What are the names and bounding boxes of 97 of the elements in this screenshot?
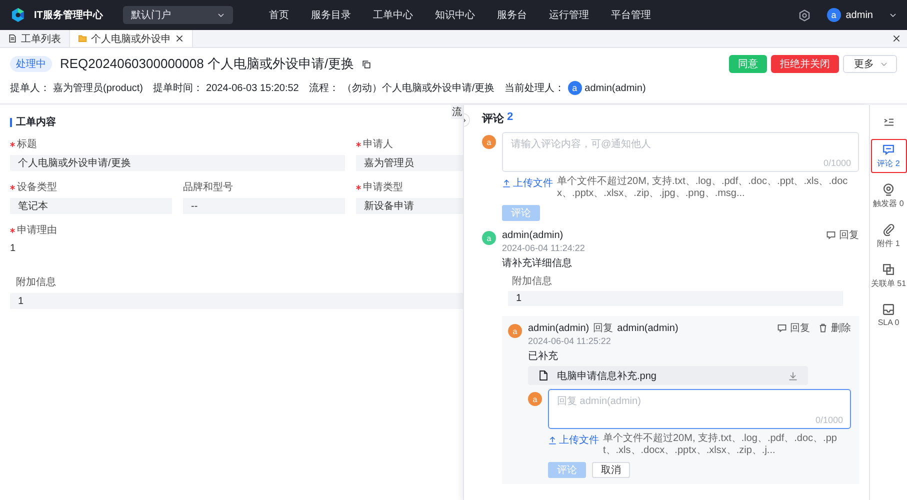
upload-link[interactable]: 上传文件	[548, 433, 599, 447]
section-title: 工单内容	[16, 115, 56, 129]
nav-item[interactable]: 平台管理	[610, 8, 651, 22]
attachment-card[interactable]: 电脑申请信息补充.png	[528, 366, 808, 385]
field-value: 笔记本	[10, 198, 172, 214]
nav-item[interactable]: 运行管理	[548, 8, 589, 22]
side-tab[interactable]: SLA 0	[870, 299, 906, 331]
panel-title: 评论	[482, 112, 504, 126]
avatar: a	[568, 81, 582, 95]
status-badge: 处理中	[10, 56, 52, 72]
more-button[interactable]: 更多	[843, 55, 897, 73]
comment-time: 2024-06-04 11:25:22	[528, 336, 612, 346]
comment-time: 2024-06-04 11:24:22	[502, 243, 586, 253]
side-tab[interactable]: 关联单 51	[870, 259, 906, 293]
file-name: 电脑申请信息补充.png	[557, 370, 656, 382]
inbox-icon	[882, 303, 895, 316]
reply-label: 回复	[593, 322, 614, 335]
meta-value: 2024-06-03 15:20:52	[206, 82, 299, 94]
comment-author: admin(admin)	[502, 230, 564, 240]
user-name[interactable]: admin	[846, 10, 873, 20]
field-label: 品牌和型号	[183, 180, 233, 194]
tab[interactable]: 个人电脑或外设申	[70, 30, 193, 47]
file-icon	[538, 370, 549, 381]
meta-value: admin(admin)	[584, 82, 646, 94]
folder-icon	[78, 34, 87, 43]
upload-icon	[502, 178, 511, 188]
field-label: 申请理由	[17, 224, 57, 237]
side-tab[interactable]: 评论 2	[870, 139, 906, 173]
upload-hint: 单个文件不超过20M, 支持.txt、.log、.pdf、.doc、.ppt、.xls、.docx、.pptx、.xlsx、.zip、.j...	[603, 433, 838, 457]
list-collapse-icon	[882, 117, 894, 129]
field-label: 附加信息	[512, 274, 553, 288]
upload-icon	[548, 436, 557, 444]
field-label: 设备类型	[17, 180, 57, 194]
cancel-button[interactable]: 取消	[592, 462, 630, 478]
reply-target: admin(admin)	[617, 322, 678, 334]
nav-item[interactable]: 服务目录	[310, 8, 351, 22]
field-value: 个人电脑或外设申请/更换	[10, 155, 345, 171]
avatar: a	[482, 135, 496, 149]
avatar: a	[508, 324, 522, 338]
meta-value: 嘉为管理员(product)	[53, 82, 144, 95]
caret-icon	[889, 11, 897, 19]
nav-item[interactable]: 工单中心	[372, 8, 413, 22]
field-value: --	[183, 198, 345, 214]
meta-label: 提单时间：	[153, 82, 204, 95]
app-title: IT服务管理中心	[34, 8, 103, 22]
char-counter: 0/1000	[815, 415, 843, 425]
field-value: 1	[508, 291, 843, 306]
field-value: 1	[10, 293, 463, 309]
upload-link[interactable]: 上传文件	[502, 176, 553, 190]
ticket-title: REQ2024060300000008 个人电脑或外设申请/更换	[60, 55, 354, 73]
meta-label: 提单人：	[10, 82, 50, 95]
avatar[interactable]: a	[826, 8, 841, 22]
document-icon	[8, 34, 17, 43]
radar-icon	[882, 183, 895, 196]
meta-value: （勿动）个人电脑或外设申请/更换	[342, 82, 495, 95]
char-counter: 0/1000	[823, 158, 851, 168]
nav-item[interactable]: 首页	[268, 8, 289, 22]
paperclip-icon	[882, 223, 895, 236]
field-label: 附加信息	[16, 276, 56, 289]
close-icon	[892, 34, 901, 43]
close-icon[interactable]	[175, 34, 184, 43]
field-label: 申请类型	[363, 180, 403, 194]
caret-icon	[880, 60, 888, 68]
field-value: 1	[10, 242, 17, 256]
side-tab-label[interactable]: 流	[451, 105, 463, 119]
field-value: 新设备申请	[356, 198, 463, 214]
field-label: 标题	[17, 138, 37, 151]
caret-icon	[216, 11, 225, 19]
side-tab[interactable]: 附件 1	[870, 219, 906, 253]
side-tab[interactable]: 触发器 0	[870, 179, 906, 213]
copy-icon	[362, 60, 372, 68]
nav-item[interactable]: 知识中心	[434, 8, 475, 22]
meta-label: 当前处理人：	[504, 82, 565, 95]
field-value: 嘉为管理员	[356, 155, 463, 171]
comment-icon	[826, 230, 836, 240]
trash-icon	[818, 323, 828, 333]
reply-button[interactable]: 回复	[826, 228, 859, 242]
reject-button[interactable]: 拒绝并关闭	[771, 55, 839, 73]
logo-icon	[10, 7, 26, 23]
comment-count: 2	[507, 111, 514, 125]
settings-icon	[798, 8, 811, 22]
comment-text: 已补充	[528, 350, 559, 363]
comment-icon	[777, 323, 787, 333]
delete-button[interactable]: 删除	[818, 321, 851, 335]
portal-select[interactable]: 默认门户	[122, 6, 233, 24]
download-icon	[788, 370, 798, 380]
comment-author: admin(admin)	[528, 322, 590, 334]
comment-text: 请补充详细信息	[502, 256, 573, 270]
stacked-pages-icon	[882, 263, 895, 276]
avatar: a	[482, 231, 496, 245]
nav-item[interactable]: 服务台	[496, 8, 527, 22]
meta-label: 流程：	[308, 82, 339, 95]
reply-button[interactable]: 回复	[777, 321, 810, 335]
avatar: a	[528, 392, 542, 406]
upload-hint: 单个文件不超过20M, 支持.txt、.log、.pdf、.doc、.ppt、.xls、.docx、.pptx、.xlsx、.zip、.jpg、.png、.msg...	[557, 176, 849, 200]
chat-icon	[882, 143, 895, 156]
field-label: 申请人	[363, 138, 393, 151]
